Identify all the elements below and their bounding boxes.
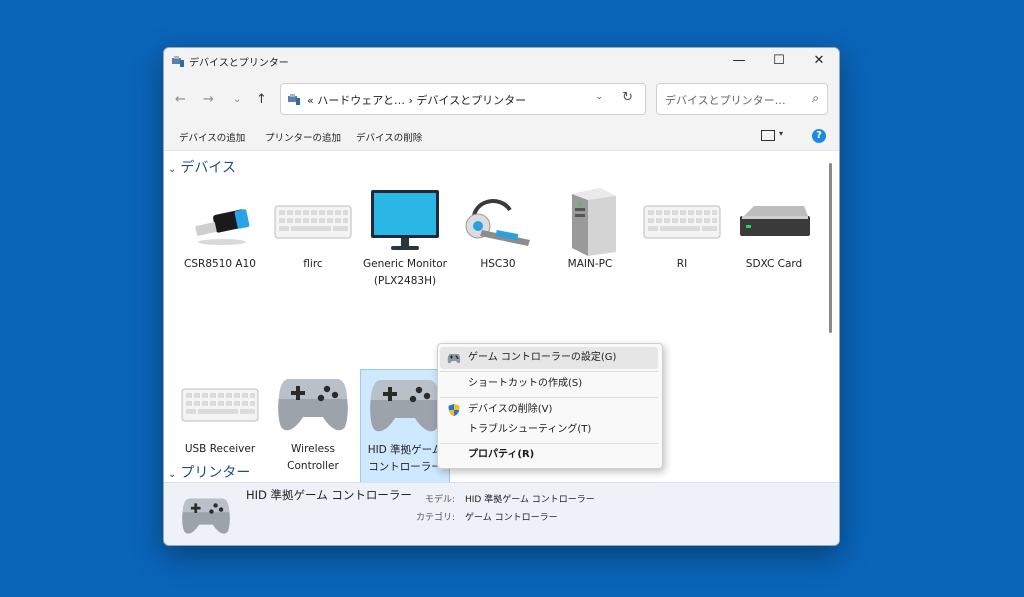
details-category-label: カテゴリ: [415, 513, 455, 523]
device-label: flirc [303, 258, 323, 270]
devices-printers-icon [288, 94, 300, 105]
menu-item-label: ショートカットの作成(S) [468, 378, 583, 389]
address-bar[interactable]: « ハードウェアと… › デバイスとプリンター ⌄ ↻ [280, 83, 646, 115]
navigation-bar: ← → ⌄ ↑ « ハードウェアと… › デバイスとプリンター ⌄ ↻ デバイス… [164, 74, 839, 122]
menu-item-label: デバイスの削除(V) [468, 404, 553, 415]
chevron-down-icon: ⌄ [168, 164, 177, 175]
add-device-button[interactable]: デバイスの追加 [179, 130, 245, 144]
gamepad-icon [370, 380, 440, 432]
menu-item-remove-device[interactable]: デバイスの削除(V) [440, 399, 658, 421]
minimize-button[interactable]: — [719, 48, 759, 74]
details-category-value: ゲーム コントローラー [465, 513, 558, 523]
close-button[interactable]: ✕ [799, 48, 839, 74]
search-input[interactable]: デバイスとプリンター… [665, 92, 786, 108]
printers-group-header[interactable]: ⌄ プリンター [168, 462, 250, 482]
device-label: HID 準拠ゲーム コントローラー [367, 444, 443, 473]
devices-printers-icon [172, 56, 184, 67]
menu-item-controller-settings[interactable]: ゲーム コントローラーの設定(G) [440, 347, 658, 369]
window-title: デバイスとプリンター [189, 58, 289, 69]
details-pane: HID 準拠ゲーム コントローラー モデル: HID 準拠ゲーム コントローラー… [164, 482, 839, 545]
usb-dongle-icon [195, 209, 250, 245]
device-item[interactable]: Wireless Controller [269, 369, 357, 479]
keyboard-icon [181, 388, 259, 422]
device-label: Generic Monitor (PLX2483H) [363, 258, 447, 287]
maximize-button[interactable]: ☐ [759, 48, 799, 74]
devices-and-printers-window: デバイスとプリンター — ☐ ✕ ← → ⌄ ↑ « ハードウェアと… › デバ… [163, 47, 840, 546]
add-printer-button[interactable]: プリンターの追加 [265, 130, 341, 144]
device-label: SDXC Card [745, 258, 803, 270]
printers-group-label: プリンター [180, 465, 251, 481]
keyboard-icon [274, 205, 352, 239]
headset-icon [465, 199, 530, 246]
device-label: HSC30 [480, 258, 516, 270]
devices-group-header[interactable]: ⌄ デバイス [168, 157, 236, 177]
device-item[interactable]: SDXC Card [730, 184, 818, 314]
menu-separator [440, 397, 658, 398]
shield-icon [448, 404, 460, 416]
help-icon[interactable]: ? [812, 129, 826, 143]
title-bar: デバイスとプリンター — ☐ ✕ [164, 48, 839, 74]
view-dropdown-icon[interactable]: ▾ [779, 129, 783, 138]
menu-item-label: トラブルシューティング(T) [468, 424, 592, 435]
device-item[interactable]: flirc [269, 184, 357, 314]
device-label: MAIN-PC [567, 258, 613, 270]
chevron-down-icon: ⌄ [168, 469, 177, 480]
address-dropdown-icon[interactable]: ⌄ [595, 92, 603, 102]
monitor-icon [371, 190, 439, 250]
view-icon[interactable] [761, 130, 775, 141]
menu-item-label: プロパティ(R) [468, 449, 535, 460]
drive-icon [740, 206, 810, 236]
menu-separator [440, 371, 658, 372]
command-bar: デバイスの追加 プリンターの追加 デバイスの削除 ▾ ? [164, 122, 839, 151]
context-menu: ゲーム コントローラーの設定(G) ショートカットの作成(S) デバイスの削除(… [437, 343, 663, 469]
search-box[interactable]: デバイスとプリンター… ⌕ [656, 83, 828, 115]
details-model-label: モデル: [424, 495, 455, 505]
menu-item-label: ゲーム コントローラーの設定(G) [468, 352, 617, 363]
forward-button[interactable]: → [203, 92, 214, 107]
recent-locations-button[interactable]: ⌄ [233, 94, 241, 105]
menu-item-create-shortcut[interactable]: ショートカットの作成(S) [440, 373, 658, 395]
pc-tower-icon [572, 188, 616, 256]
device-label: USB Receiver [184, 443, 256, 455]
device-label: CSR8510 A10 [184, 258, 256, 270]
menu-item-properties[interactable]: プロパティ(R) [440, 444, 658, 466]
device-label: RI [676, 258, 688, 270]
gamepad-icon [278, 379, 348, 431]
search-icon[interactable]: ⌕ [812, 91, 819, 106]
back-button[interactable]: ← [175, 92, 186, 107]
devices-group-label: デバイス [180, 160, 236, 176]
device-item[interactable]: Generic Monitor (PLX2483H) [361, 184, 449, 329]
device-item[interactable]: RI [638, 184, 726, 314]
gamepad-small-icon [447, 354, 461, 364]
up-button[interactable]: ↑ [256, 92, 267, 107]
device-item[interactable]: CSR8510 A10 [176, 184, 264, 314]
keyboard-icon [643, 205, 721, 239]
refresh-icon[interactable]: ↻ [622, 90, 633, 105]
breadcrumb[interactable]: « ハードウェアと… › デバイスとプリンター [307, 92, 526, 108]
device-item[interactable]: MAIN-PC [546, 184, 634, 314]
gamepad-icon [182, 498, 230, 534]
device-item[interactable]: HSC30 [454, 184, 542, 314]
remove-device-button[interactable]: デバイスの削除 [356, 130, 422, 144]
vertical-scrollbar[interactable] [829, 163, 832, 333]
device-label: Wireless Controller [287, 443, 339, 472]
details-model-value: HID 準拠ゲーム コントローラー [465, 495, 595, 505]
details-device-name: HID 準拠ゲーム コントローラー [246, 488, 412, 502]
menu-item-troubleshoot[interactable]: トラブルシューティング(T) [440, 419, 658, 441]
